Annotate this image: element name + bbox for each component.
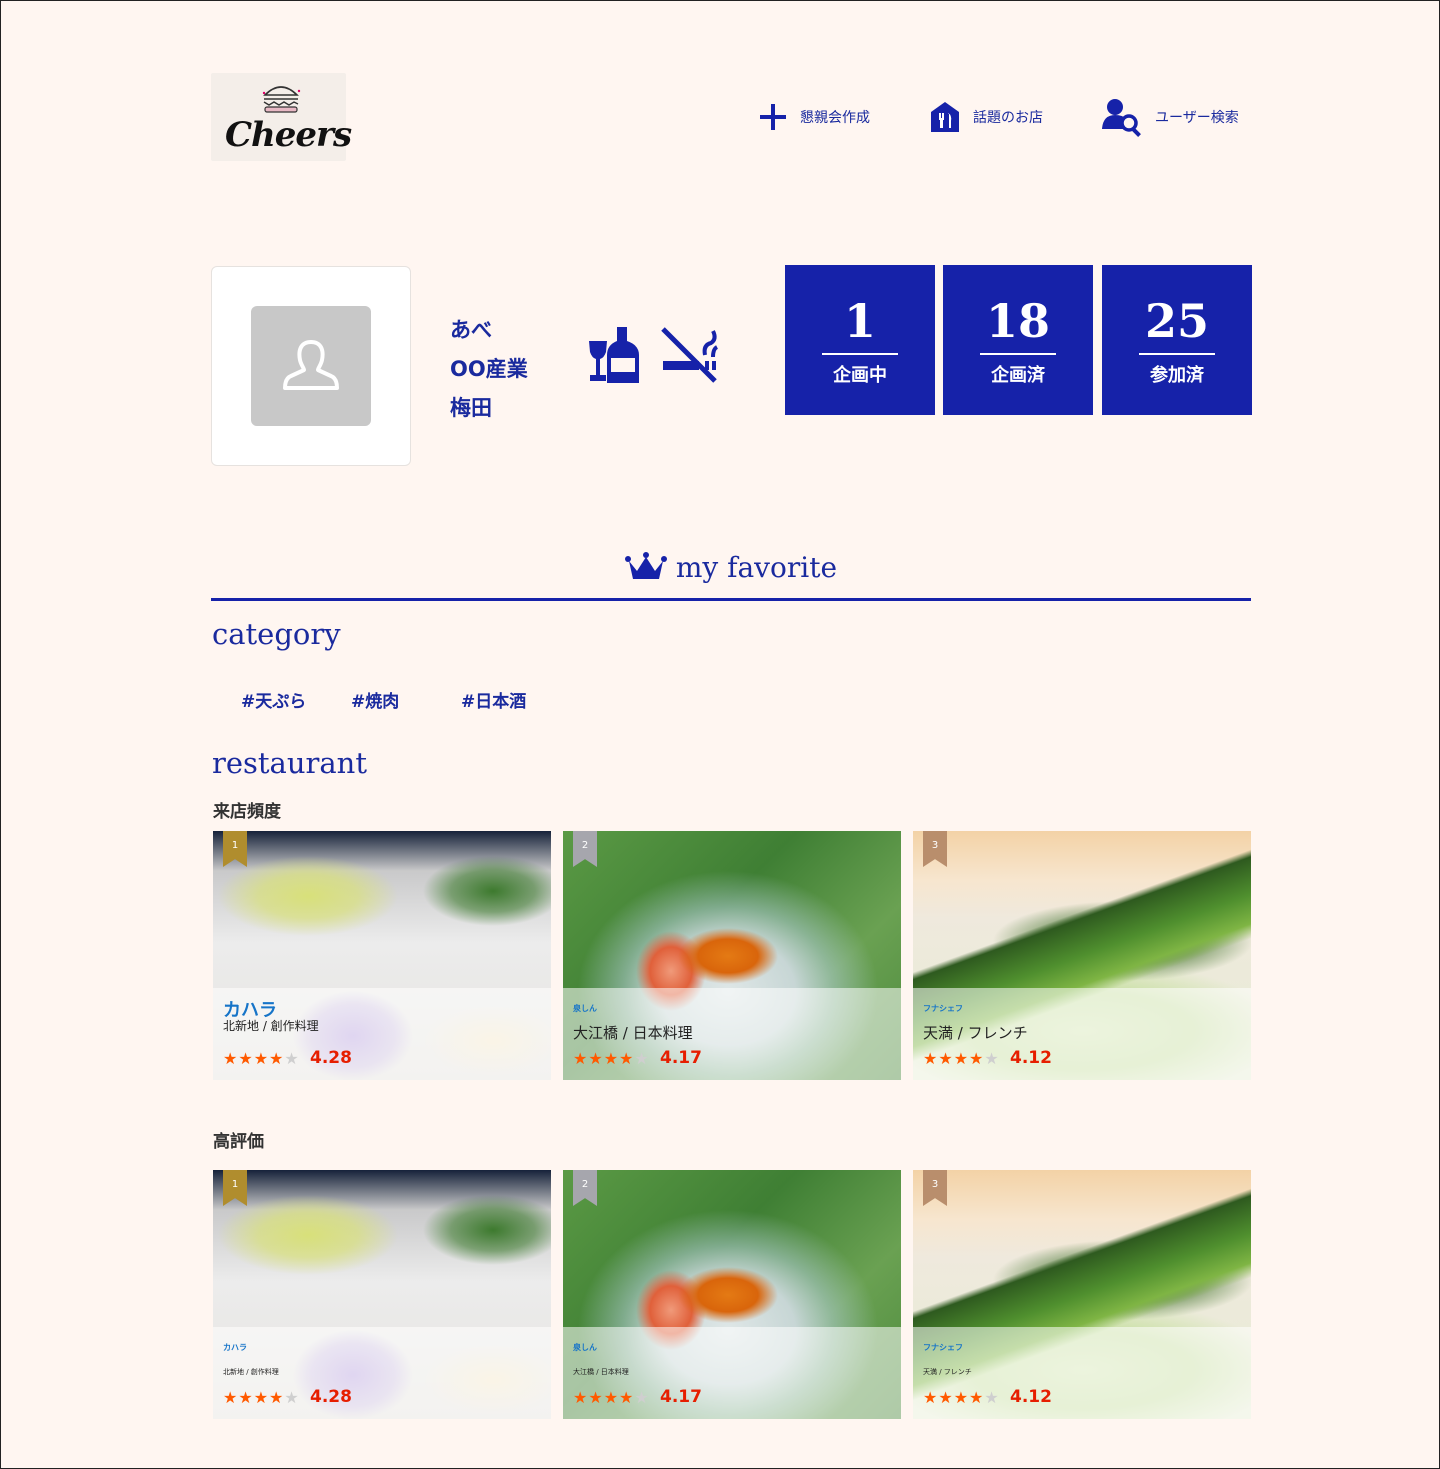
- restaurant-area: 天満 / フレンチ: [923, 1368, 972, 1376]
- plus-icon: [760, 104, 786, 130]
- divider: [980, 353, 1056, 355]
- crown-icon: [624, 552, 667, 579]
- ranking-heading-frequency: 来店頻度: [213, 802, 281, 822]
- ranking-heading-rating: 高評価: [213, 1132, 264, 1152]
- restaurant-heading: restaurant: [212, 746, 368, 780]
- rating-stars: ★★★★★: [923, 1049, 1000, 1068]
- restaurant-area: 北新地 / 創作料理: [223, 1019, 319, 1033]
- logo[interactable]: Cheers: [211, 73, 352, 161]
- rating-score: 4.12: [1010, 1387, 1052, 1407]
- rating-stars: ★★★★★: [223, 1388, 300, 1407]
- rating-stars: ★★★★★: [573, 1049, 650, 1068]
- stat-joined-label: 参加済: [1150, 365, 1204, 386]
- restaurant-area: 北新地 / 創作料理: [223, 1368, 279, 1376]
- rating-score: 4.17: [660, 1048, 702, 1068]
- avatar-placeholder: [251, 306, 371, 426]
- stat-planned-value: 18: [985, 294, 1050, 348]
- rating-score: 4.28: [310, 1387, 352, 1407]
- restaurant-card[interactable]: 1 カハラ 北新地 / 創作料理 ★★★★★ 4.28: [213, 831, 551, 1080]
- no-smoking-icon: [661, 327, 719, 383]
- profile-area: 梅田: [450, 396, 492, 420]
- restaurant-card[interactable]: 2 泉しん 大江橋 / 日本料理 ★★★★★ 4.17: [563, 1170, 901, 1419]
- nav-trending-shops[interactable]: 話題のお店: [929, 101, 1043, 133]
- category-heading: category: [212, 617, 341, 651]
- nav-create-party[interactable]: 懇親会作成: [758, 102, 870, 132]
- nav-create-party-label: 懇親会作成: [800, 110, 870, 126]
- restaurant-icon: [931, 102, 959, 132]
- restaurant-name: フナシェフ: [923, 1004, 963, 1013]
- user-placeholder-icon: [283, 340, 339, 390]
- drink-icon: [589, 327, 639, 383]
- user-search-icon: [1102, 99, 1141, 137]
- category-tag[interactable]: #日本酒: [461, 687, 526, 712]
- restaurant-area: 大江橋 / 日本料理: [573, 1368, 629, 1376]
- divider: [1139, 353, 1215, 355]
- stat-planned-label: 企画済: [991, 365, 1045, 386]
- rating-stars: ★★★★★: [573, 1388, 650, 1407]
- nav-user-search-label: ユーザー検索: [1155, 110, 1239, 126]
- category-tag[interactable]: #天ぷら: [241, 687, 306, 712]
- category-tag[interactable]: #焼肉: [351, 687, 399, 712]
- restaurant-area: 天満 / フレンチ: [923, 1024, 1028, 1042]
- profile-name: あべ: [450, 318, 492, 342]
- stat-joined-value: 25: [1144, 294, 1209, 348]
- rating-score: 4.12: [1010, 1048, 1052, 1068]
- nav-user-search[interactable]: ユーザー検索: [1101, 97, 1239, 137]
- restaurant-card[interactable]: 3 フナシェフ 天満 / フレンチ ★★★★★ 4.12: [913, 831, 1251, 1080]
- nav-trending-shops-label: 話題のお店: [973, 110, 1043, 126]
- stat-joined[interactable]: 25 参加済: [1102, 265, 1252, 415]
- profile-info: あべ OO産業 梅田: [450, 311, 528, 428]
- avatar[interactable]: [211, 266, 411, 466]
- restaurant-name: カハラ: [223, 1343, 247, 1352]
- rating-stars: ★★★★★: [923, 1388, 1000, 1407]
- favorite-title: my favorite: [211, 551, 1251, 584]
- rating-stars: ★★★★★: [223, 1049, 300, 1068]
- restaurant-name: 泉しん: [573, 1004, 597, 1013]
- stat-planning[interactable]: 1 企画中: [785, 265, 935, 415]
- restaurant-card[interactable]: 1 カハラ 北新地 / 創作料理 ★★★★★ 4.28: [213, 1170, 551, 1419]
- restaurant-card[interactable]: 3 フナシェフ 天満 / フレンチ ★★★★★ 4.12: [913, 1170, 1251, 1419]
- divider: [211, 598, 1251, 601]
- restaurant-name: フナシェフ: [923, 1343, 963, 1352]
- stat-planned[interactable]: 18 企画済: [943, 265, 1093, 415]
- logo-text: Cheers: [225, 115, 352, 155]
- restaurant-area: 大江橋 / 日本料理: [573, 1024, 693, 1042]
- stat-planning-label: 企画中: [833, 365, 887, 386]
- divider: [822, 353, 898, 355]
- restaurant-card[interactable]: 2 泉しん 大江橋 / 日本料理 ★★★★★ 4.17: [563, 831, 901, 1080]
- favorite-title-text: my favorite: [675, 551, 838, 584]
- rating-score: 4.17: [660, 1387, 702, 1407]
- rating-score: 4.28: [310, 1048, 352, 1068]
- profile-company: OO産業: [450, 357, 528, 381]
- restaurant-name: 泉しん: [573, 1343, 597, 1352]
- stat-planning-value: 1: [843, 294, 876, 348]
- burger-icon: [262, 86, 301, 113]
